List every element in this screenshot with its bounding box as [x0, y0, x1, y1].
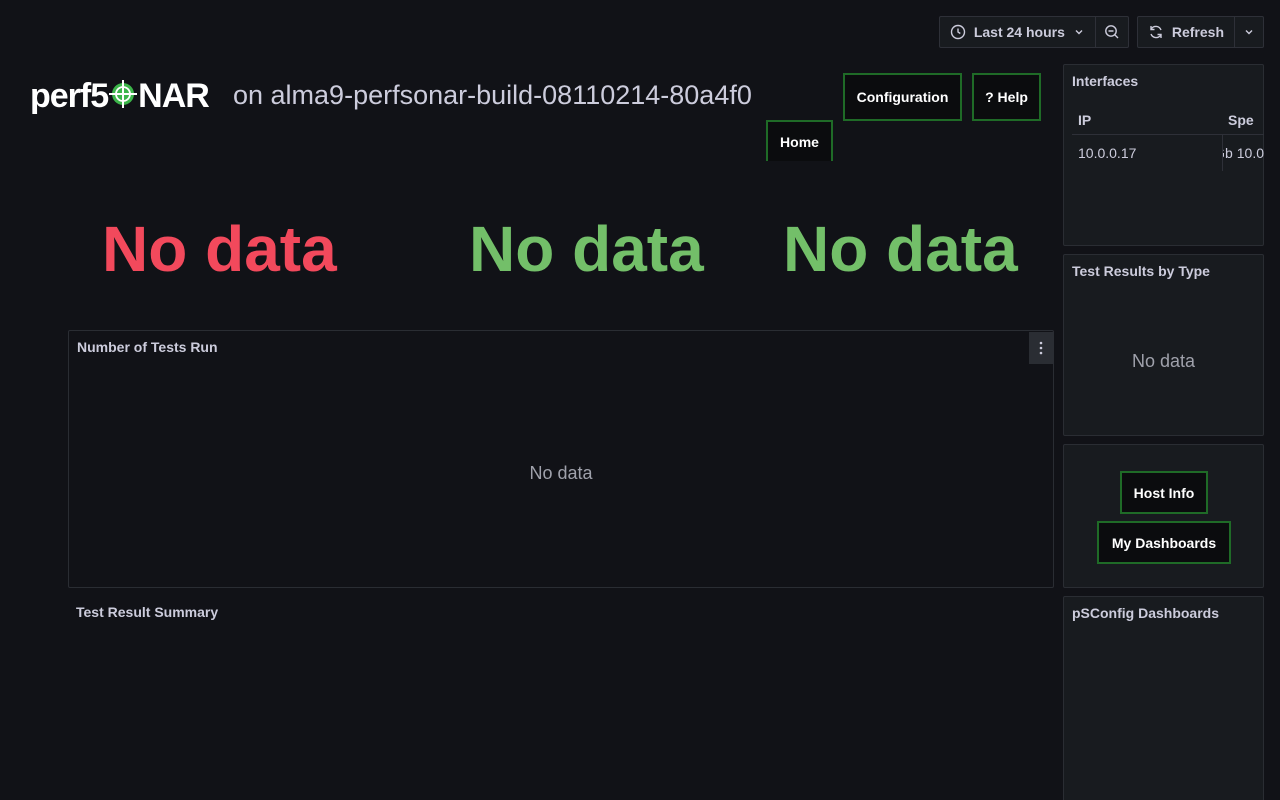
host-info-button[interactable]: Host Info [1120, 471, 1208, 514]
cell-ip: 10.0.0.17 [1078, 145, 1137, 161]
logo-text-right: NAR [138, 77, 210, 115]
panel-title: Test Result Summary [76, 604, 219, 620]
logo-text-left: perf5 [30, 77, 109, 115]
zoom-out-icon [1104, 25, 1119, 39]
test-summary-panel: Test Result Summary [68, 596, 1054, 800]
refresh-icon [1150, 25, 1162, 39]
dashboard-toolbar: Last 24 hours Refresh [938, 16, 1264, 48]
refresh-interval-dropdown[interactable] [1234, 17, 1263, 47]
no-data-message: No data [529, 463, 593, 483]
interfaces-table: IP Spe 10.0.0.17 10.0 Gb [1072, 105, 1264, 171]
panel-title: Number of Tests Run [77, 339, 218, 355]
help-button[interactable]: ? Help [972, 73, 1041, 121]
cell-speed: 10.0 Gb [1222, 135, 1264, 171]
refresh-label: Refresh [1171, 24, 1224, 40]
panel-title: Test Results by Type [1072, 263, 1210, 279]
configuration-button[interactable]: Configuration [843, 73, 962, 121]
no-data-message: No data [1131, 351, 1196, 371]
stat-value: No data [102, 213, 337, 285]
time-range-picker[interactable]: Last 24 hours [940, 17, 1095, 47]
psconfig-dashboards-panel: pSConfig Dashboards [1063, 596, 1264, 800]
refresh-button[interactable]: Refresh [1138, 17, 1234, 47]
chevron-down-icon [1075, 30, 1083, 35]
target-icon [109, 80, 138, 108]
time-range-label: Last 24 hours [973, 24, 1065, 40]
clock-icon [950, 24, 966, 40]
more-vertical-icon [1039, 341, 1043, 355]
results-by-type-panel: Test Results by Type No data [1063, 254, 1264, 436]
panel-menu-button[interactable] [1029, 332, 1053, 364]
table-header: IP Spe [1072, 105, 1264, 135]
interfaces-panel: Interfaces IP Spe 10.0.0.17 10.0 Gb [1063, 64, 1264, 246]
stat-value: No data [783, 213, 1018, 285]
time-picker-group: Last 24 hours [938, 16, 1129, 48]
refresh-group: Refresh [1136, 16, 1264, 48]
perfsonar-logo: perf5 NAR [30, 77, 210, 115]
stat-value: No data [469, 213, 704, 285]
host-title: on alma9-perfsonar-build-08110214-80a4f0 [233, 80, 752, 110]
chevron-down-icon [1245, 30, 1253, 35]
zoom-out-button[interactable] [1094, 17, 1128, 47]
links-panel: Host Info My Dashboards [1063, 444, 1264, 588]
tests-run-panel: Number of Tests Run No data [68, 330, 1054, 588]
panel-title: Interfaces [1072, 73, 1139, 89]
column-header-ip[interactable]: IP [1072, 112, 1222, 128]
panel-title: pSConfig Dashboards [1072, 605, 1220, 621]
table-row: 10.0.0.17 10.0 Gb [1072, 135, 1264, 171]
column-header-speed[interactable]: Spe [1222, 112, 1264, 128]
home-button[interactable]: Home [766, 120, 833, 161]
my-dashboards-button[interactable]: My Dashboards [1097, 521, 1231, 564]
